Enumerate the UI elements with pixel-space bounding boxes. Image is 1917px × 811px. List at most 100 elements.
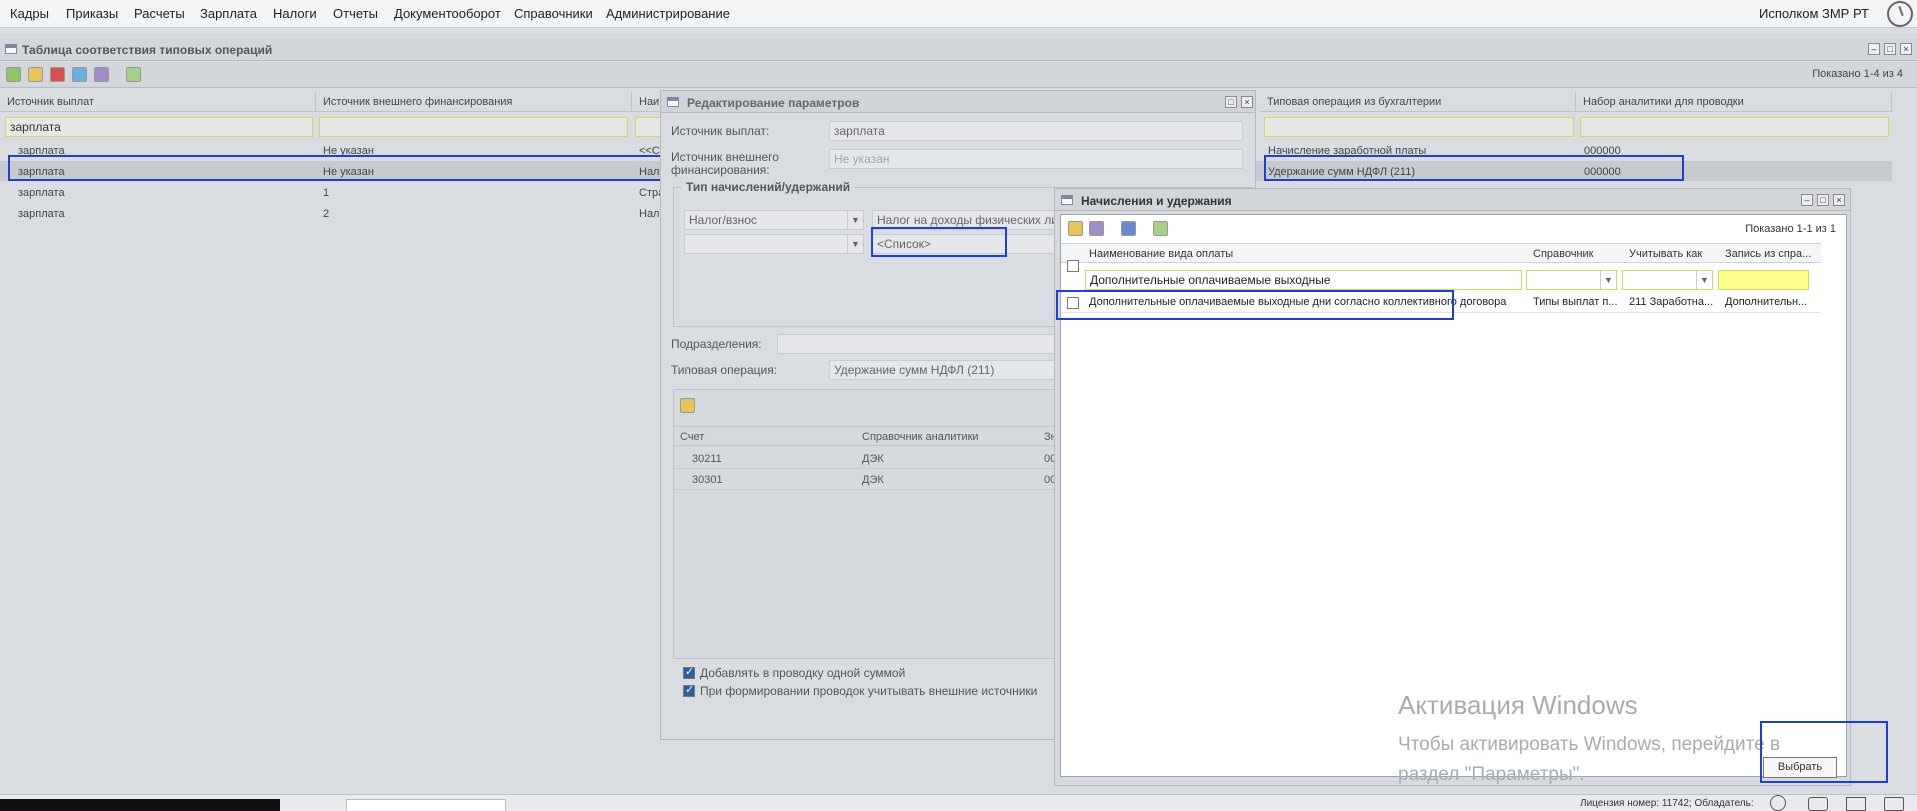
accruals-shown-count: Показано 1-1 из 1 — [1745, 223, 1836, 235]
filter-analytics-input[interactable] — [1580, 117, 1889, 137]
filter-ext-input[interactable] — [319, 117, 628, 137]
cell-ext: 2 — [323, 208, 330, 220]
source-value: зарплата — [834, 124, 885, 138]
col-ref[interactable]: Справочник аналитики — [862, 431, 979, 443]
activation-line3: раздел "Параметры". — [1398, 764, 1585, 785]
menu-prikazy[interactable]: Приказы — [66, 6, 118, 21]
refresh-icon[interactable] — [126, 67, 141, 82]
cell-name: Нало — [639, 208, 662, 220]
menu-bar: Кадры Приказы Расчеты Зарплата Налоги От… — [0, 0, 1917, 28]
cell-ref: ДЭК — [862, 453, 884, 465]
col-name[interactable]: Наим — [632, 92, 662, 112]
main-panel-title: Таблица соответствия типовых операций — [22, 43, 273, 57]
maximize-icon[interactable]: □ — [1884, 43, 1896, 55]
filter-operation-input[interactable] — [1264, 117, 1574, 137]
filter-source-input[interactable]: зарплата — [5, 117, 313, 137]
col-analytics[interactable]: Набор аналитики для проводки — [1576, 92, 1892, 112]
accruals-filter-ref-combo[interactable]: ▼ — [1526, 270, 1617, 290]
type-combo[interactable]: Налог/взнос ▼ — [684, 210, 864, 230]
chevron-down-icon[interactable]: ▼ — [1696, 271, 1712, 289]
taskbar-tab-active[interactable] — [0, 799, 280, 811]
accruals-grid-header: Наименование вида оплаты Справочник Учит… — [1061, 243, 1821, 263]
cell-ext: 1 — [323, 187, 330, 199]
cell-ref: ДЭК — [862, 474, 884, 486]
col-reference[interactable]: Справочник — [1533, 248, 1594, 260]
col-ext-financing[interactable]: Источник внешнего финансирования — [316, 92, 632, 112]
help-icon[interactable] — [1770, 795, 1786, 811]
cell-record: Дополнительн... — [1725, 296, 1808, 308]
accruals-filter-name-input[interactable]: Дополнительные оплачиваемые выходные — [1085, 270, 1522, 290]
settings-icon[interactable] — [94, 67, 109, 82]
accruals-filter-value: Дополнительные оплачиваемые выходные — [1090, 273, 1331, 287]
single-sum-label: Добавлять в проводку одной суммой — [700, 666, 906, 680]
copy-icon[interactable] — [72, 67, 87, 82]
accruals-dialog-title: Начисления и удержания — [1081, 194, 1232, 208]
col-operation[interactable]: Типовая операция из бухгалтерии — [1260, 92, 1576, 112]
accruals-filter-as-combo[interactable]: ▼ — [1622, 270, 1713, 290]
menu-zarplata[interactable]: Зарплата — [200, 6, 257, 21]
chevron-down-icon[interactable]: ▼ — [847, 235, 863, 253]
grid-edit-icon[interactable] — [680, 398, 695, 413]
accruals-close-icon[interactable]: × — [1833, 194, 1845, 206]
menu-nalogi[interactable]: Налоги — [273, 6, 317, 21]
highlight-main-operation — [1264, 155, 1684, 181]
menu-raschety[interactable]: Расчеты — [134, 6, 185, 21]
highlight-list-field — [871, 227, 1007, 257]
delete-icon[interactable] — [50, 67, 65, 82]
activation-title: Активация Windows — [1398, 690, 1638, 720]
menu-dokumentooborot[interactable]: Документооборот — [394, 6, 501, 21]
accruals-refresh-icon[interactable] — [1153, 221, 1168, 236]
minimize-icon[interactable]: – — [1868, 43, 1880, 55]
close-icon[interactable]: × — [1900, 43, 1912, 55]
logout-icon[interactable] — [1887, 1, 1913, 27]
accruals-minimize-icon[interactable]: – — [1801, 194, 1813, 206]
accruals-dialog-header: Начисления и удержания – □ × — [1055, 189, 1850, 211]
ext-sources-checkbox[interactable] — [683, 683, 695, 697]
camera-icon[interactable] — [1808, 797, 1828, 811]
taskbar-tab[interactable] — [346, 799, 506, 811]
highlight-main-row — [8, 155, 663, 181]
single-sum-checkbox[interactable] — [683, 665, 695, 679]
activation-line2: Чтобы активировать Windows, перейдите в — [1398, 734, 1781, 755]
edit-close-icon[interactable]: × — [1241, 96, 1253, 108]
source-combo[interactable]: зарплата — [829, 121, 1243, 141]
ext-combo[interactable]: Не указан — [829, 149, 1243, 169]
dept-label: Подразделения: — [671, 337, 762, 351]
source-label: Источник выплат: — [671, 124, 770, 138]
col-source[interactable]: Источник выплат — [0, 92, 316, 112]
accruals-print-icon[interactable] — [1121, 221, 1136, 236]
edit-maximize-icon[interactable]: □ — [1225, 96, 1237, 108]
op-label: Типовая операция: — [671, 363, 778, 377]
cell-account-as: 211 Заработна... — [1629, 296, 1714, 308]
menu-kadry[interactable]: Кадры — [10, 6, 49, 21]
add-icon[interactable] — [6, 67, 21, 82]
col-record[interactable]: Запись из спра... — [1725, 248, 1811, 260]
ext-sources-label: При формировании проводок учитывать внеш… — [700, 684, 1038, 698]
col-payment-name[interactable]: Наименование вида оплаты — [1089, 248, 1233, 260]
accruals-settings-icon[interactable] — [1089, 221, 1104, 236]
second-combo[interactable]: ▼ — [684, 234, 864, 254]
chevron-down-icon[interactable]: ▼ — [1600, 271, 1616, 289]
menu-spravochniki[interactable]: Справочники — [514, 6, 593, 21]
mail-icon[interactable] — [1846, 797, 1866, 811]
filter-name-input[interactable] — [635, 117, 662, 137]
select-all-checkbox[interactable] — [1067, 260, 1079, 272]
menu-otchety[interactable]: Отчеты — [333, 6, 378, 21]
col-account[interactable]: Счет — [680, 431, 704, 443]
accruals-filter-record-input[interactable] — [1718, 270, 1809, 290]
accruals-maximize-icon[interactable]: □ — [1817, 194, 1829, 206]
edit-icon[interactable] — [28, 67, 43, 82]
cell-name: Стра — [639, 187, 662, 199]
cell-account: 30211 — [692, 453, 722, 465]
col-account-as[interactable]: Учитывать как — [1629, 248, 1702, 260]
user-name[interactable]: Исполком ЗМР РТ — [1759, 6, 1869, 21]
dialog-edit-icon — [667, 97, 679, 107]
menu-administrirovanie[interactable]: Администрирование — [606, 6, 730, 21]
cell-account: 30301 — [692, 474, 723, 486]
highlight-select-button — [1760, 721, 1888, 783]
chevron-down-icon[interactable]: ▼ — [847, 211, 863, 229]
edit-dialog-title: Редактирование параметров — [687, 96, 860, 110]
inbox-icon[interactable] — [1884, 797, 1904, 811]
accruals-edit-icon[interactable] — [1068, 221, 1083, 236]
main-shown-count: Показано 1-4 из 4 — [1812, 68, 1903, 80]
